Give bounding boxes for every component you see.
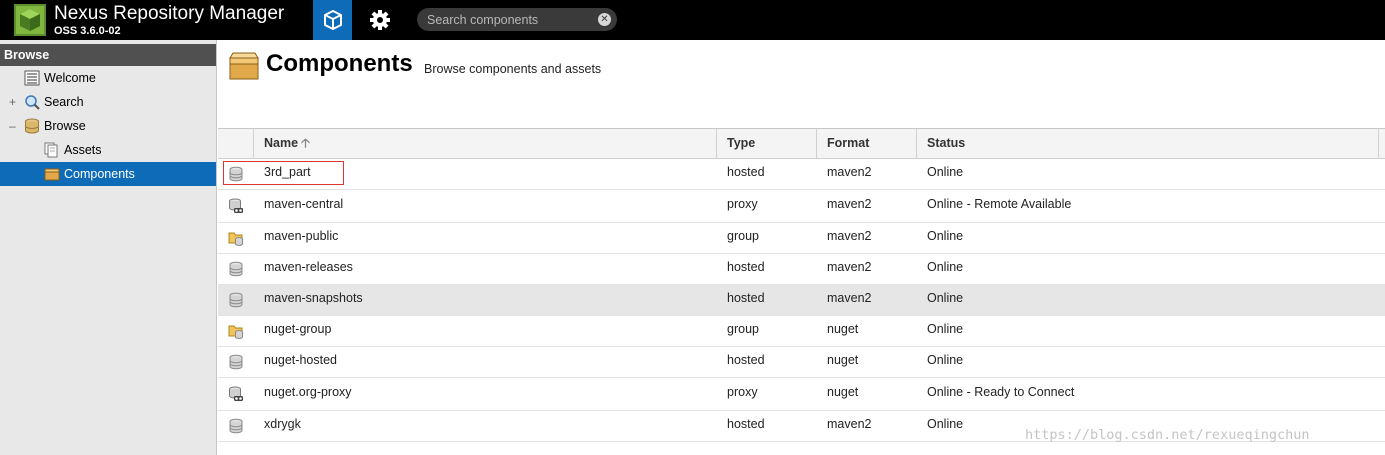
cell-type: hosted bbox=[727, 353, 765, 367]
cell-type: proxy bbox=[727, 385, 758, 399]
cell-format: nuget bbox=[827, 385, 859, 399]
column-header-type[interactable]: Type bbox=[716, 129, 816, 158]
cell-status: Online bbox=[927, 417, 964, 431]
cell-format: maven2 bbox=[827, 260, 872, 274]
collapse-toggle[interactable]: – bbox=[9, 119, 19, 133]
page-title: Components bbox=[266, 50, 413, 77]
cell-name: maven-central bbox=[264, 197, 344, 211]
admin-mode-button[interactable] bbox=[361, 0, 398, 40]
cell-format: maven2 bbox=[827, 165, 872, 179]
grid-header: Name 🡡 Type Format Status bbox=[218, 129, 1385, 159]
cell-format: nuget bbox=[827, 322, 859, 336]
column-header-format[interactable]: Format bbox=[816, 129, 916, 158]
database-icon bbox=[229, 292, 243, 308]
page-subtitle: Browse components and assets bbox=[424, 62, 602, 76]
cell-format: maven2 bbox=[827, 197, 872, 211]
cell-status: Online bbox=[927, 291, 964, 305]
cell-type: proxy bbox=[727, 197, 758, 211]
column-header-label: Name bbox=[264, 136, 299, 150]
cell-status: Online bbox=[927, 322, 964, 336]
table-row[interactable]: maven-snapshots hosted maven2 Online bbox=[218, 285, 1385, 316]
cell-name: xdrygk bbox=[264, 417, 301, 431]
welcome-icon bbox=[24, 70, 40, 86]
search-box: ✕ bbox=[417, 8, 617, 31]
cell-name: maven-releases bbox=[264, 260, 353, 274]
database-icon bbox=[229, 418, 243, 434]
box-icon bbox=[44, 168, 60, 181]
sidebar-item-components[interactable]: Components bbox=[0, 162, 216, 186]
cell-name: nuget.org-proxy bbox=[264, 385, 352, 399]
search-components-input[interactable] bbox=[427, 11, 592, 28]
table-row[interactable]: 3rd_part hosted maven2 Online bbox=[218, 159, 1385, 190]
proxy-database-icon bbox=[229, 198, 243, 213]
database-icon bbox=[25, 118, 39, 134]
sidebar-item-assets[interactable]: Assets bbox=[0, 138, 216, 162]
cell-format: maven2 bbox=[827, 291, 872, 305]
cell-type: hosted bbox=[727, 417, 765, 431]
cell-status: Online bbox=[927, 260, 964, 274]
app-title: Nexus Repository Manager bbox=[54, 3, 285, 24]
top-header: Nexus Repository Manager OSS 3.6.0-02 Se… bbox=[0, 0, 1385, 40]
cell-status: Online - Remote Available bbox=[927, 197, 1072, 211]
clear-search-icon[interactable]: ✕ bbox=[598, 13, 611, 26]
cell-status: Online bbox=[927, 229, 964, 243]
table-row[interactable]: nuget-hosted hosted nuget Online bbox=[218, 347, 1385, 378]
sidebar-item-welcome[interactable]: Welcome bbox=[0, 66, 216, 90]
cell-name: maven-snapshots bbox=[264, 291, 363, 305]
table-row[interactable]: maven-releases hosted maven2 Online bbox=[218, 254, 1385, 285]
database-icon bbox=[229, 354, 243, 370]
sidebar-item-label: Assets bbox=[64, 143, 102, 157]
column-header-name[interactable]: Name 🡡 bbox=[253, 129, 717, 158]
cell-name: maven-public bbox=[264, 229, 339, 243]
sidebar-item-label: Components bbox=[64, 167, 135, 181]
watermark: https://blog.csdn.net/rexueqingchun bbox=[1025, 427, 1310, 443]
main-panel: Components Browse components and assets … bbox=[218, 40, 1385, 455]
sidebar: Browse Welcome + Search – Browse Assets … bbox=[0, 40, 217, 455]
magnifier-icon bbox=[25, 95, 40, 110]
table-row[interactable]: maven-central proxy maven2 Online - Remote … bbox=[218, 190, 1385, 223]
cell-status: Online bbox=[927, 165, 964, 179]
cube-icon bbox=[323, 10, 342, 30]
sidebar-item-label: Browse bbox=[44, 119, 86, 133]
table-row[interactable]: nuget-group group nuget Online bbox=[218, 316, 1385, 347]
group-folder-icon bbox=[228, 232, 243, 246]
gear-icon bbox=[369, 10, 390, 30]
nexus-logo-icon bbox=[14, 4, 46, 36]
components-grid: Name 🡡 Type Format Status 3rd_part hosted m… bbox=[218, 128, 1385, 455]
cell-format: maven2 bbox=[827, 417, 872, 431]
box-icon bbox=[229, 52, 259, 80]
sidebar-item-label: Search bbox=[44, 95, 84, 109]
cell-name: nuget-group bbox=[264, 322, 332, 336]
column-header-status[interactable]: Status bbox=[916, 129, 1379, 158]
cell-name: nuget-hosted bbox=[264, 353, 337, 367]
sidebar-item-search[interactable]: + Search bbox=[0, 90, 216, 114]
table-row[interactable]: maven-public group maven2 Online bbox=[218, 223, 1385, 254]
cell-format: nuget bbox=[827, 353, 859, 367]
sidebar-item-label: Welcome bbox=[44, 71, 96, 85]
cell-type: group bbox=[727, 322, 759, 336]
database-icon bbox=[229, 261, 243, 277]
cell-type: hosted bbox=[727, 165, 765, 179]
cell-type: hosted bbox=[727, 260, 765, 274]
cell-status: Online - Ready to Connect bbox=[927, 385, 1075, 399]
highlight-annotation bbox=[223, 161, 344, 185]
sort-ascending-icon: 🡡 bbox=[301, 136, 311, 150]
proxy-database-icon bbox=[229, 386, 243, 401]
sidebar-item-browse[interactable]: – Browse bbox=[0, 114, 216, 138]
cell-type: hosted bbox=[727, 291, 765, 305]
cell-type: group bbox=[727, 229, 759, 243]
expand-toggle[interactable]: + bbox=[9, 95, 19, 109]
app-version: OSS 3.6.0-02 bbox=[54, 25, 121, 37]
cell-format: maven2 bbox=[827, 229, 872, 243]
table-row[interactable]: nuget.org-proxy proxy nuget Online - Ready … bbox=[218, 378, 1385, 411]
sidebar-title: Browse bbox=[0, 44, 216, 66]
group-folder-icon bbox=[228, 325, 243, 339]
cell-status: Online bbox=[927, 353, 964, 367]
browse-mode-button[interactable] bbox=[313, 0, 352, 40]
assets-icon bbox=[44, 142, 58, 158]
